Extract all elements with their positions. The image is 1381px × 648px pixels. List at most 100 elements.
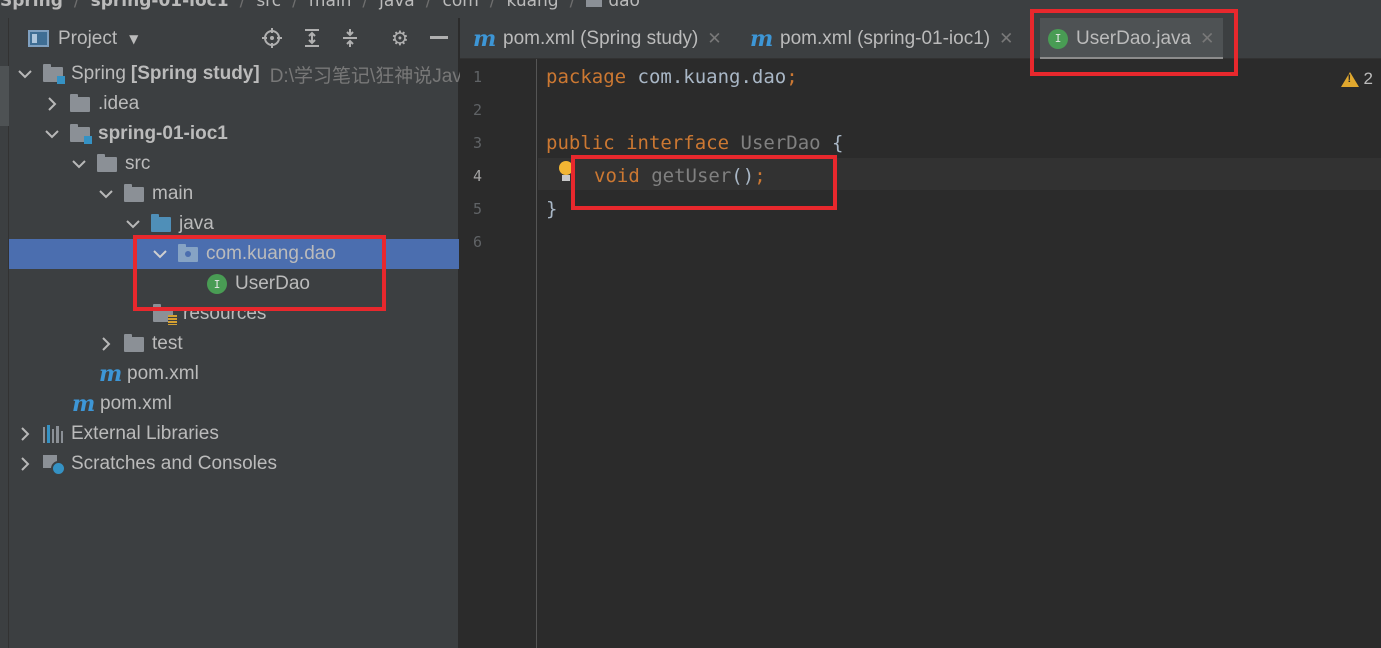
tree-item-label: src (125, 153, 151, 174)
tree-item-idea[interactable]: .idea (9, 89, 459, 119)
line-number: 5 (472, 200, 482, 218)
chevron-right-icon[interactable] (18, 427, 32, 441)
code-keyword: void (594, 164, 640, 187)
project-tool-window-button[interactable] (0, 66, 9, 126)
module-name-label: [Spring study] (130, 63, 260, 84)
code-line-4: void getUser(); (594, 159, 766, 192)
chevron-right-icon[interactable] (18, 457, 32, 471)
expand-all-icon[interactable] (300, 26, 324, 50)
breadcrumb-item[interactable]: com (442, 0, 478, 11)
tree-item-resources[interactable]: resources (9, 299, 459, 329)
tree-item-label: Spring (71, 63, 126, 84)
editor-tab-bar: m pom.xml (Spring study) ✕ m pom.xml (sp… (460, 18, 1381, 61)
tree-item-label: pom.xml (100, 393, 172, 414)
chevron-down-icon[interactable] (18, 67, 32, 81)
code-parens: () (731, 164, 755, 187)
warning-icon (1340, 71, 1359, 87)
maven-icon: m (99, 361, 123, 387)
tree-item-spring-project[interactable]: Spring [Spring study] D:\学习笔记\狂神说Jav (9, 59, 462, 89)
code-editor[interactable]: 1 2 3 4 5 6 package com.kuang.dao; publi… (460, 59, 1381, 648)
source-folder-icon (151, 213, 171, 232)
inspection-widget[interactable]: 2 (1340, 69, 1373, 89)
tree-item-label: com.kuang.dao (206, 243, 336, 264)
code-brace: } (546, 197, 558, 220)
code-line-1: package com.kuang.dao; (546, 60, 798, 93)
tab-label: pom.xml (spring-01-ioc1) (780, 27, 991, 49)
chevron-down-icon[interactable] (99, 187, 113, 201)
project-path-label: D:\学习笔记\狂神说Jav (269, 65, 462, 87)
tree-item-test[interactable]: test (9, 329, 459, 359)
module-folder-icon (43, 63, 65, 84)
tree-item-label: .idea (98, 93, 140, 114)
breadcrumb-item[interactable]: Spring (0, 0, 63, 11)
tree-item-label: test (152, 333, 183, 354)
line-number-gutter: 1 2 3 4 5 6 (460, 59, 537, 648)
line-number: 2 (472, 101, 482, 119)
chevron-right-icon[interactable] (45, 97, 59, 111)
breadcrumb-item[interactable]: src (256, 0, 281, 11)
maven-icon: m (750, 25, 774, 52)
code-keyword: interface (626, 131, 730, 154)
tab-pom-spring-01-ioc1[interactable]: m pom.xml (spring-01-ioc1) ✕ (750, 18, 1013, 59)
breadcrumb-item[interactable]: java (379, 0, 415, 11)
scratches-icon (43, 455, 66, 476)
tree-item-main[interactable]: main (9, 179, 459, 209)
tab-userdao-java[interactable]: I UserDao.java ✕ (1040, 18, 1223, 61)
tree-item-scratches[interactable]: Scratches and Consoles (9, 449, 459, 479)
tree-item-label: pom.xml (127, 363, 199, 384)
locate-icon[interactable] (260, 26, 284, 50)
breadcrumb-item[interactable]: dao (608, 0, 640, 11)
breadcrumb-item[interactable]: kuang (507, 0, 559, 11)
code-line-3: public interface UserDao { (546, 126, 843, 159)
tab-pom-spring-study[interactable]: m pom.xml (Spring study) ✕ (473, 18, 722, 59)
code-semicolon: ; (754, 164, 766, 187)
project-panel-header: Project ▼ ⚙ (9, 18, 458, 59)
code-package-name: com.kuang.dao (626, 65, 787, 88)
project-view-title[interactable]: Project (58, 28, 117, 50)
tree-item-module-pom[interactable]: m pom.xml (9, 359, 459, 389)
gear-icon[interactable]: ⚙ (388, 26, 412, 50)
tree-item-package[interactable]: com.kuang.dao (9, 239, 459, 269)
line-number: 4 (472, 167, 482, 185)
tree-item-java[interactable]: java (9, 209, 459, 239)
libraries-icon (43, 425, 64, 443)
project-tool-window: Project ▼ ⚙ Spring [Spring study] D:\学习笔… (9, 18, 462, 648)
tab-label: UserDao.java (1076, 27, 1192, 49)
maven-icon: m (72, 391, 96, 417)
tree-item-label: spring-01-ioc1 (98, 123, 228, 144)
chevron-right-icon[interactable] (99, 337, 113, 351)
tool-window-strip (0, 18, 9, 648)
folder-icon (124, 183, 144, 202)
intention-bulb-icon[interactable] (558, 161, 574, 183)
line-number: 6 (472, 233, 482, 251)
tree-item-src[interactable]: src (9, 149, 459, 179)
breadcrumb-item[interactable]: spring-01-ioc1 (91, 0, 229, 11)
close-icon[interactable]: ✕ (707, 29, 721, 49)
close-icon[interactable]: ✕ (1200, 29, 1214, 49)
folder-icon (70, 93, 90, 112)
code-interface-name: UserDao (740, 131, 821, 154)
resources-folder-icon (153, 303, 177, 325)
chevron-down-icon[interactable] (153, 247, 167, 261)
tree-item-userdao[interactable]: I UserDao (9, 269, 459, 299)
line-number: 1 (472, 68, 482, 86)
chevron-down-icon[interactable]: ▼ (129, 32, 138, 46)
chevron-down-icon[interactable] (126, 217, 140, 231)
chevron-down-icon[interactable] (72, 157, 86, 171)
breadcrumb-item[interactable]: main (309, 0, 351, 11)
package-folder-icon (586, 0, 603, 7)
package-folder-icon (178, 243, 198, 262)
tree-item-label: main (152, 183, 194, 204)
project-view-icon (28, 30, 49, 47)
collapse-all-icon[interactable] (338, 26, 362, 50)
tree-item-label: UserDao (235, 273, 310, 294)
tree-item-label: java (179, 213, 214, 234)
tree-item-external-libraries[interactable]: External Libraries (9, 419, 459, 449)
chevron-down-icon[interactable] (45, 127, 59, 141)
tree-item-root-pom[interactable]: m pom.xml (9, 389, 459, 419)
tree-item-module[interactable]: spring-01-ioc1 (9, 119, 459, 149)
maven-icon: m (473, 25, 497, 52)
minimize-icon[interactable] (427, 26, 451, 50)
close-icon[interactable]: ✕ (999, 29, 1013, 49)
code-line-5: } (546, 192, 557, 225)
